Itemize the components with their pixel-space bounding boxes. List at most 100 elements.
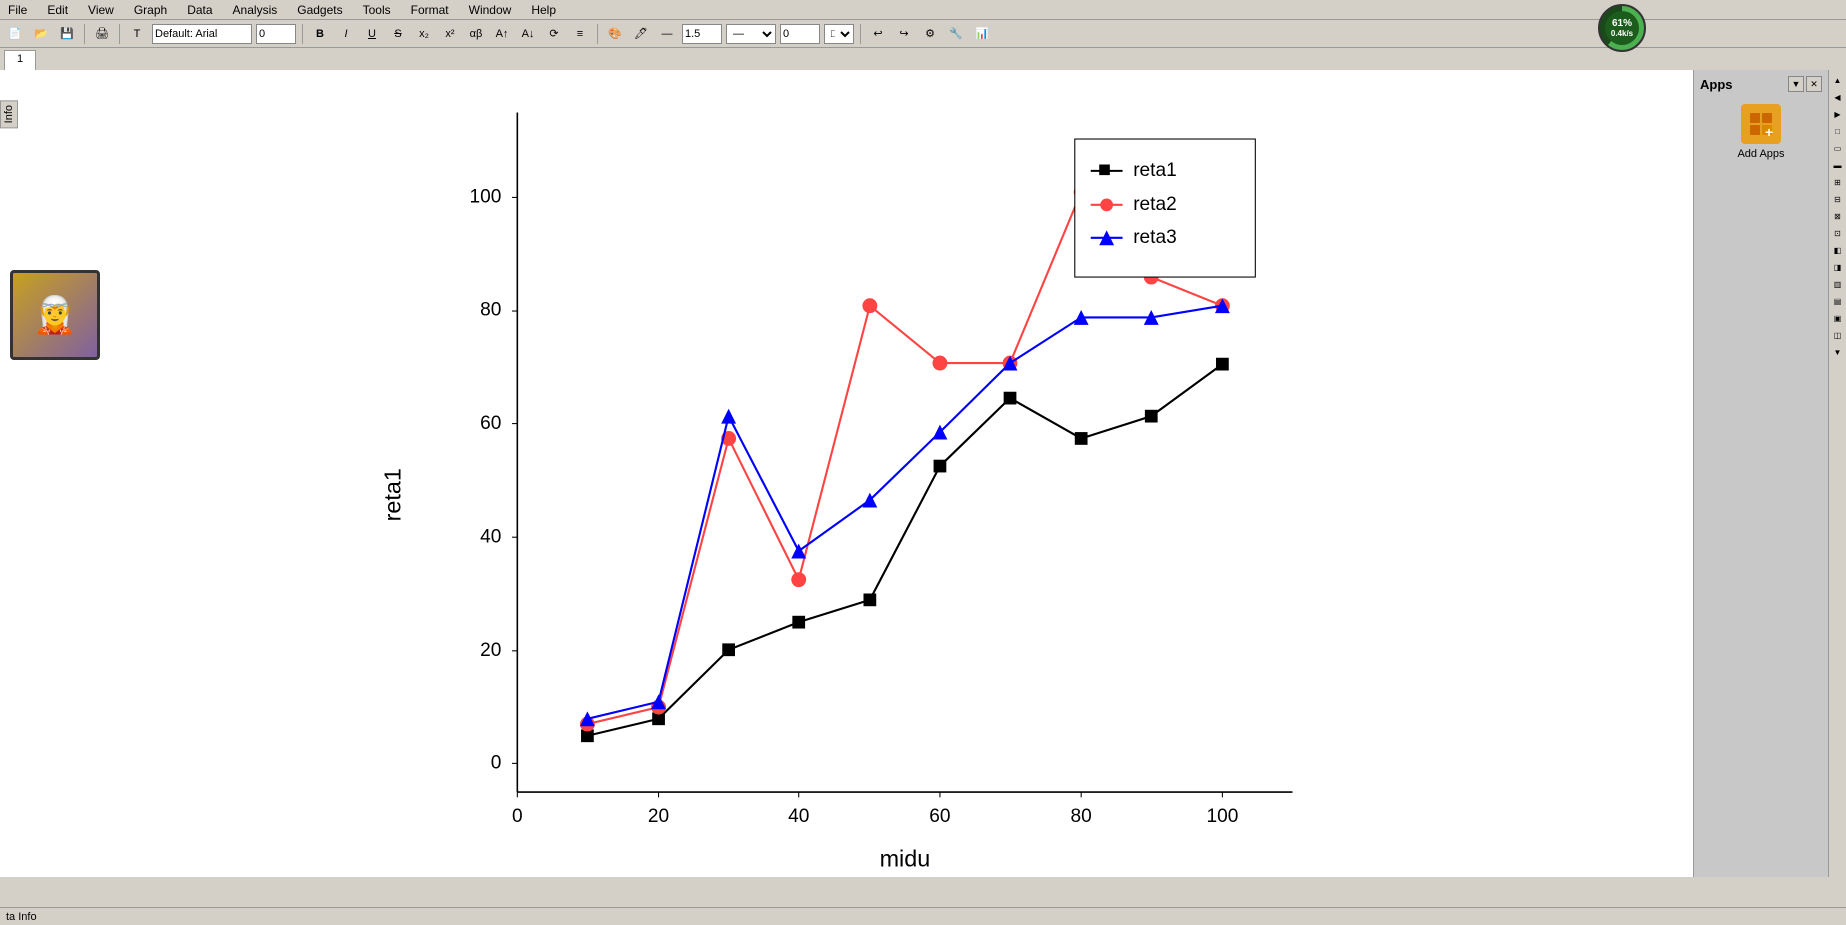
line-color-btn[interactable]: — [656, 23, 678, 45]
sep5 [860, 24, 861, 44]
vert-btn-15[interactable]: ▣ [1830, 310, 1846, 326]
font-name-input[interactable] [152, 24, 252, 44]
svg-text:80: 80 [1071, 806, 1092, 827]
vert-toolbar: ▲ ◀ ▶ □ ▭ ▬ ⊞ ⊟ ⊠ ⊡ ◧ ◨ ▥ ▤ ▣ ◫ ▼ [1828, 70, 1846, 877]
border-color-btn[interactable]: 🖊 [630, 23, 652, 45]
cpu-percent: 61% 0.4k/s [1605, 11, 1639, 45]
print-btn[interactable]: 🖨 [91, 23, 113, 45]
svg-text:reta2: reta2 [1133, 194, 1177, 215]
misc1-btn[interactable]: ⚙ [919, 23, 941, 45]
line-width-input[interactable] [682, 24, 722, 44]
menu-graph[interactable]: Graph [130, 1, 171, 19]
sep1 [84, 24, 85, 44]
svg-text:40: 40 [480, 527, 501, 548]
align-btn[interactable]: ≡ [569, 23, 591, 45]
vert-btn-8[interactable]: ⊟ [1830, 191, 1846, 207]
svg-text:reta1: reta1 [1133, 160, 1177, 181]
chart-svg: 0 20 40 60 80 100 0 [0, 70, 1693, 877]
menu-tools[interactable]: Tools [359, 1, 395, 19]
vert-btn-5[interactable]: ▭ [1830, 140, 1846, 156]
vert-btn-10[interactable]: ⊡ [1830, 225, 1846, 241]
apps-expand-btn[interactable]: ▼ [1788, 76, 1804, 92]
box-width-input[interactable] [780, 24, 820, 44]
sep4 [597, 24, 598, 44]
italic-btn[interactable]: I [335, 23, 357, 45]
font-size-input[interactable] [256, 24, 296, 44]
vert-btn-12[interactable]: ◨ [1830, 259, 1846, 275]
add-apps-icon: + [1741, 104, 1781, 144]
apps-title: Apps [1700, 77, 1733, 92]
svg-text:0: 0 [491, 753, 502, 774]
greek-btn[interactable]: αβ [465, 23, 487, 45]
rotate-btn[interactable]: ⟳ [543, 23, 565, 45]
cpu-indicator: 61% 0.4k/s [1598, 4, 1646, 52]
svg-text:40: 40 [788, 806, 809, 827]
add-apps-label: Add Apps [1737, 148, 1784, 160]
svg-text:100: 100 [1206, 806, 1238, 827]
graph-area: 🧝 0 20 40 60 80 100 [0, 70, 1693, 877]
fill-color-btn[interactable]: 🎨 [604, 23, 626, 45]
svg-text:60: 60 [929, 806, 950, 827]
svg-text:+: + [1765, 124, 1773, 139]
larger-btn[interactable]: A↑ [491, 23, 513, 45]
anime-avatar: 🧝 [10, 270, 100, 360]
vert-btn-16[interactable]: ◫ [1830, 327, 1846, 343]
vert-btn-2[interactable]: ◀ [1830, 89, 1846, 105]
info-tab[interactable]: Info [0, 100, 18, 128]
right-panel: Apps ▼ ✕ + Add Apps [1693, 70, 1828, 877]
misc3-btn[interactable]: 📊 [971, 23, 993, 45]
menubar: File Edit View Graph Data Analysis Gadge… [0, 0, 1846, 20]
bold-btn[interactable]: B [309, 23, 331, 45]
svg-text:0: 0 [512, 806, 523, 827]
vert-btn-13[interactable]: ▥ [1830, 276, 1846, 292]
subscript-btn[interactable]: x₂ [413, 23, 435, 45]
redo-btn[interactable]: ↪ [893, 23, 915, 45]
menu-edit[interactable]: Edit [43, 1, 72, 19]
svg-text:midu: midu [880, 845, 931, 871]
menu-help[interactable]: Help [527, 1, 560, 19]
open-btn[interactable]: 📂 [30, 23, 52, 45]
box-style-select[interactable]: □ [824, 24, 854, 44]
new-btn[interactable]: 📄 [4, 23, 26, 45]
toolbar1: 📄 📂 💾 🖨 T B I U S x₂ x² αβ A↑ A↓ ⟳ ≡ 🎨 🖊… [0, 20, 1846, 48]
svg-text:reta1: reta1 [380, 468, 406, 521]
statusbar: ta Info [0, 907, 1846, 925]
vert-btn-17[interactable]: ▼ [1830, 344, 1846, 360]
superscript-btn[interactable]: x² [439, 23, 461, 45]
vert-btn-9[interactable]: ⊠ [1830, 208, 1846, 224]
svg-text:20: 20 [480, 640, 501, 661]
vert-btn-7[interactable]: ⊞ [1830, 174, 1846, 190]
misc2-btn[interactable]: 🔧 [945, 23, 967, 45]
font-icon[interactable]: T [126, 23, 148, 45]
sep2 [119, 24, 120, 44]
main-layout: Info 🧝 0 20 40 60 [0, 70, 1846, 877]
save-btn[interactable]: 💾 [56, 23, 78, 45]
menu-window[interactable]: Window [465, 1, 516, 19]
menu-view[interactable]: View [84, 1, 118, 19]
vert-btn-11[interactable]: ◧ [1830, 242, 1846, 258]
vert-btn-3[interactable]: ▶ [1830, 106, 1846, 122]
svg-text:reta3: reta3 [1133, 227, 1177, 248]
svg-text:100: 100 [470, 187, 502, 208]
menu-format[interactable]: Format [407, 1, 453, 19]
smaller-btn[interactable]: A↓ [517, 23, 539, 45]
strikethrough-btn[interactable]: S [387, 23, 409, 45]
vert-btn-6[interactable]: ▬ [1830, 157, 1846, 173]
menu-data[interactable]: Data [183, 1, 216, 19]
vert-btn-1[interactable]: ▲ [1830, 72, 1846, 88]
vert-btn-14[interactable]: ▤ [1830, 293, 1846, 309]
apps-header: Apps ▼ ✕ [1700, 76, 1822, 92]
menu-file[interactable]: File [4, 1, 31, 19]
menu-analysis[interactable]: Analysis [229, 1, 282, 19]
apps-close-btn[interactable]: ✕ [1806, 76, 1822, 92]
svg-text:20: 20 [648, 806, 669, 827]
add-apps-button[interactable]: + Add Apps [1700, 98, 1822, 166]
status-text: ta Info [6, 911, 37, 923]
tab-1[interactable]: 1 [4, 50, 36, 70]
underline-btn[interactable]: U [361, 23, 383, 45]
menu-gadgets[interactable]: Gadgets [293, 1, 346, 19]
line-style-select[interactable]: — -- [726, 24, 776, 44]
vert-btn-4[interactable]: □ [1830, 123, 1846, 139]
sep3 [302, 24, 303, 44]
undo-btn[interactable]: ↩ [867, 23, 889, 45]
